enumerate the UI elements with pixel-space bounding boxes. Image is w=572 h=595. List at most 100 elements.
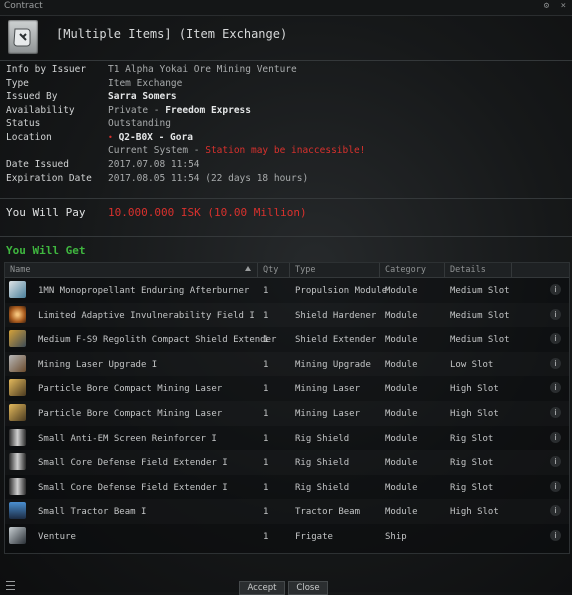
cell-name: Small Anti-EM Screen Reinforcer I: [38, 433, 217, 444]
cell-qty: 1: [263, 507, 269, 518]
contract-name: [Multiple Items] (Item Exchange): [56, 27, 288, 41]
info-icon[interactable]: i: [550, 480, 561, 492]
shield-hardener-icon: [9, 305, 26, 323]
pay-amount: 10.000.000 ISK (10.00 Million): [108, 206, 307, 219]
table-row[interactable]: Particle Bore Compact Mining Laser 1 Minin…: [5, 401, 569, 426]
frigate-ship-icon: [9, 527, 26, 544]
issuer-label: Info by Issuer: [6, 64, 87, 75]
cell-type: Rig Shield: [295, 433, 350, 444]
contract-header: [Multiple Items] (Item Exchange): [0, 15, 572, 60]
divider: [0, 198, 572, 199]
table-header: Name Qty Type Category Details: [5, 263, 569, 278]
cell-qty: 1: [263, 359, 269, 370]
menu-icon[interactable]: [6, 581, 15, 590]
cell-category: Module: [385, 507, 418, 518]
cell-name: 1MN Monopropellant Enduring Afterburner: [38, 286, 250, 296]
cell-name: Mining Laser Upgrade I: [38, 359, 158, 370]
date-issued-label: Date Issued: [6, 159, 69, 170]
close-button[interactable]: Close: [288, 581, 328, 595]
divider: [0, 60, 572, 61]
cell-details: Rig Slot: [450, 482, 494, 493]
table-row[interactable]: Limited Adaptive Invulnerability Field I…: [5, 303, 569, 328]
info-expiration-row: Expiration Date 2017.08.05 11:54 (22 day…: [0, 173, 572, 186]
expiration-label: Expiration Date: [6, 173, 92, 184]
info-issuer-row: Info by Issuer T1 Alpha Yokai Ore Mining…: [0, 64, 572, 77]
issued-by-label: Issued By: [6, 91, 58, 102]
issuer-value: T1 Alpha Yokai Ore Mining Venture: [108, 64, 297, 75]
settings-icon[interactable]: ⚙: [544, 1, 549, 11]
availability-corp-link[interactable]: Freedom Express: [165, 105, 251, 116]
table-row[interactable]: Mining Laser Upgrade I 1 Mining Upgrade Mod…: [5, 352, 569, 377]
info-issued-by-row: Issued By Sarra Somers: [0, 91, 572, 104]
cell-type: Mining Laser: [295, 409, 361, 419]
cell-name: Medium F-S9 Regolith Compact Shield Exte…: [38, 335, 277, 346]
header-details[interactable]: Details: [450, 265, 486, 275]
cell-qty: 1: [263, 409, 269, 419]
info-icon[interactable]: i: [550, 357, 561, 369]
cell-type: Rig Shield: [295, 482, 350, 493]
close-icon[interactable]: ×: [561, 1, 566, 11]
station-warning: Station may be inaccessible!: [205, 145, 366, 156]
cell-name: Limited Adaptive Invulnerability Field I: [38, 310, 255, 321]
header-type[interactable]: Type: [295, 265, 315, 275]
cell-category: Module: [385, 384, 418, 395]
contract-scroll-icon: [8, 20, 38, 54]
cell-qty: 1: [263, 458, 269, 469]
cell-type: Mining Laser: [295, 384, 361, 395]
status-value: Outstanding: [108, 118, 171, 129]
info-icon[interactable]: i: [550, 530, 561, 541]
status-label: Status: [6, 118, 41, 129]
cell-name: Small Core Defense Field Extender I: [38, 458, 228, 469]
accept-button[interactable]: Accept: [239, 581, 285, 595]
info-icon[interactable]: i: [550, 456, 561, 468]
table-row[interactable]: 1MN Monopropellant Enduring Afterburner 1…: [5, 278, 569, 303]
afterburner-icon: [9, 281, 26, 298]
current-system-prefix: Current System -: [108, 145, 206, 156]
table-row[interactable]: Small Tractor Beam I 1 Tractor Beam Module H…: [5, 499, 569, 524]
footer: Accept Close: [0, 578, 572, 595]
info-icon[interactable]: i: [550, 382, 561, 394]
location-link[interactable]: Q2-B0X - Gora: [119, 132, 193, 143]
info-availability-row: Availability Private - Freedom Express: [0, 105, 572, 118]
info-icon[interactable]: i: [550, 407, 561, 418]
info-icon[interactable]: i: [550, 505, 561, 517]
cell-type: Rig Shield: [295, 458, 350, 469]
cell-type: Frigate: [295, 532, 333, 542]
title-bar[interactable]: Contract ⚙ ×: [0, 0, 572, 16]
table-row[interactable]: Small Core Defense Field Extender I 1 Rig …: [5, 475, 569, 500]
cell-category: Module: [385, 310, 418, 321]
type-value: Item Exchange: [108, 77, 183, 89]
table-row[interactable]: Small Anti-EM Screen Reinforcer I 1 Rig Sh…: [5, 426, 569, 451]
cell-type: Shield Extender: [295, 335, 377, 346]
pay-label: You Will Pay: [6, 206, 86, 219]
divider: [0, 236, 572, 237]
rig-icon: [9, 453, 26, 471]
header-qty[interactable]: Qty: [263, 265, 278, 275]
info-icon[interactable]: i: [550, 431, 561, 443]
table-row[interactable]: Venture 1 Frigate Ship i: [5, 524, 569, 549]
table-row[interactable]: Medium F-S9 Regolith Compact Shield Exte…: [5, 327, 569, 352]
info-type-row: Type Item Exchange: [0, 78, 572, 91]
cell-name: Particle Bore Compact Mining Laser: [38, 409, 223, 419]
contract-window: Contract ⚙ × [Multiple Items] (Item Exch…: [0, 0, 572, 595]
cell-type: Shield Hardener: [295, 310, 377, 321]
window-title: Contract: [4, 1, 43, 11]
cell-details: High Slot: [450, 409, 499, 419]
table-row[interactable]: Small Core Defense Field Extender I 1 Rig …: [5, 450, 569, 475]
cell-type: Mining Upgrade: [295, 359, 371, 370]
cell-details: High Slot: [450, 507, 499, 518]
issued-by-link[interactable]: Sarra Somers: [108, 91, 177, 102]
info-icon[interactable]: i: [550, 308, 561, 320]
mining-laser-icon: [9, 404, 26, 421]
info-current-system-row: Current System - Station may be inaccess…: [0, 145, 572, 158]
mining-laser-icon: [9, 379, 26, 397]
cell-details: Low Slot: [450, 359, 494, 370]
info-icon[interactable]: i: [550, 284, 561, 295]
cell-category: Module: [385, 482, 418, 493]
cell-name: Particle Bore Compact Mining Laser: [38, 384, 223, 395]
table-row[interactable]: Particle Bore Compact Mining Laser 1 Minin…: [5, 376, 569, 401]
header-category[interactable]: Category: [385, 265, 426, 275]
cell-qty: 1: [263, 310, 269, 321]
info-icon[interactable]: i: [550, 333, 561, 345]
header-name[interactable]: Name: [10, 265, 30, 275]
